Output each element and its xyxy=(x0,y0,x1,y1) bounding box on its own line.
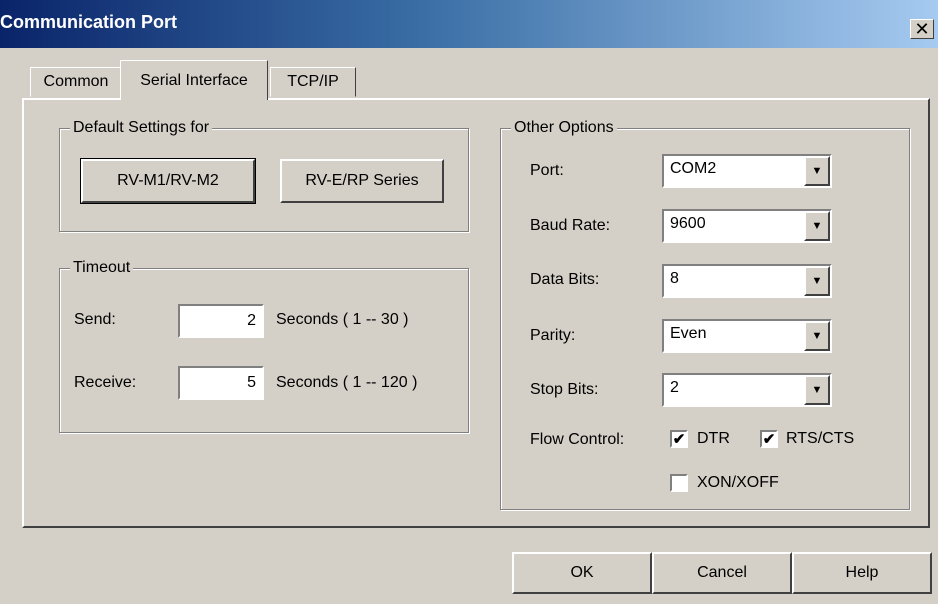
receive-label: Receive: xyxy=(74,374,137,391)
ok-button-label: OK xyxy=(570,564,594,581)
baud-rate-value: 9600 xyxy=(670,215,706,232)
dropdown-arrow-icon[interactable]: ▼ xyxy=(804,375,830,405)
flow-control-label: Flow Control: xyxy=(530,431,625,448)
rv-m1-m2-button-label: RV-M1/RV-M2 xyxy=(117,172,219,189)
stop-bits-value: 2 xyxy=(670,379,679,396)
data-bits-value: 8 xyxy=(670,270,679,287)
tab-serial-interface[interactable]: Serial Interface xyxy=(120,60,268,100)
timeout-legend: Timeout xyxy=(70,259,134,277)
parity-label: Parity: xyxy=(530,327,576,344)
check-icon: ✔ xyxy=(762,430,776,448)
send-label: Send: xyxy=(74,311,116,328)
baud-rate-select[interactable]: 9600 ▼ xyxy=(662,209,832,243)
dropdown-arrow-icon[interactable]: ▼ xyxy=(804,156,830,186)
send-range-label: Seconds ( 1 -- 30 ) xyxy=(276,311,409,328)
close-button[interactable]: ✕ xyxy=(910,19,934,39)
cancel-button[interactable]: Cancel xyxy=(652,552,792,594)
stop-bits-label: Stop Bits: xyxy=(530,381,599,398)
send-timeout-field[interactable]: 2 xyxy=(178,304,264,338)
rv-m1-m2-button[interactable]: RV-M1/RV-M2 xyxy=(80,158,256,204)
receive-range-label: Seconds ( 1 -- 120 ) xyxy=(276,374,418,391)
window-title: Communication Port xyxy=(0,12,178,32)
tab-label: Serial Interface xyxy=(140,71,248,89)
help-button-label: Help xyxy=(845,564,879,581)
dropdown-arrow-icon[interactable]: ▼ xyxy=(804,266,830,296)
stop-bits-select[interactable]: 2 ▼ xyxy=(662,373,832,407)
check-icon: ✔ xyxy=(672,430,686,448)
dtr-label: DTR xyxy=(697,430,730,447)
receive-timeout-field[interactable]: 5 xyxy=(178,366,264,400)
xon-xoff-checkbox[interactable] xyxy=(670,474,688,492)
rv-e-rp-series-button-label: RV-E/RP Series xyxy=(305,172,419,189)
port-value: COM2 xyxy=(670,160,717,177)
rv-e-rp-series-button[interactable]: RV-E/RP Series xyxy=(280,159,444,203)
dropdown-arrow-icon[interactable]: ▼ xyxy=(804,211,830,241)
rts-cts-checkbox[interactable]: ✔ xyxy=(760,430,778,448)
port-label: Port: xyxy=(530,162,564,179)
timeout-group xyxy=(59,268,469,433)
other-options-legend: Other Options xyxy=(511,119,617,137)
cancel-button-label: Cancel xyxy=(697,564,747,581)
ok-button[interactable]: OK xyxy=(512,552,652,594)
parity-select[interactable]: Even ▼ xyxy=(662,319,832,353)
tab-common[interactable]: Common xyxy=(30,67,122,97)
xon-xoff-label: XON/XOFF xyxy=(697,474,779,491)
baud-rate-label: Baud Rate: xyxy=(530,217,611,234)
port-select[interactable]: COM2 ▼ xyxy=(662,154,832,188)
close-icon: ✕ xyxy=(914,19,930,39)
data-bits-label: Data Bits: xyxy=(530,271,600,288)
tab-label: Common xyxy=(43,73,109,90)
default-settings-legend: Default Settings for xyxy=(70,119,213,137)
parity-value: Even xyxy=(670,325,707,342)
tab-tcp-ip[interactable]: TCP/IP xyxy=(270,67,356,97)
tab-label: TCP/IP xyxy=(287,73,339,90)
help-button[interactable]: Help xyxy=(792,552,932,594)
dtr-checkbox[interactable]: ✔ xyxy=(670,430,688,448)
data-bits-select[interactable]: 8 ▼ xyxy=(662,264,832,298)
dropdown-arrow-icon[interactable]: ▼ xyxy=(804,321,830,351)
rts-cts-label: RTS/CTS xyxy=(786,430,855,447)
